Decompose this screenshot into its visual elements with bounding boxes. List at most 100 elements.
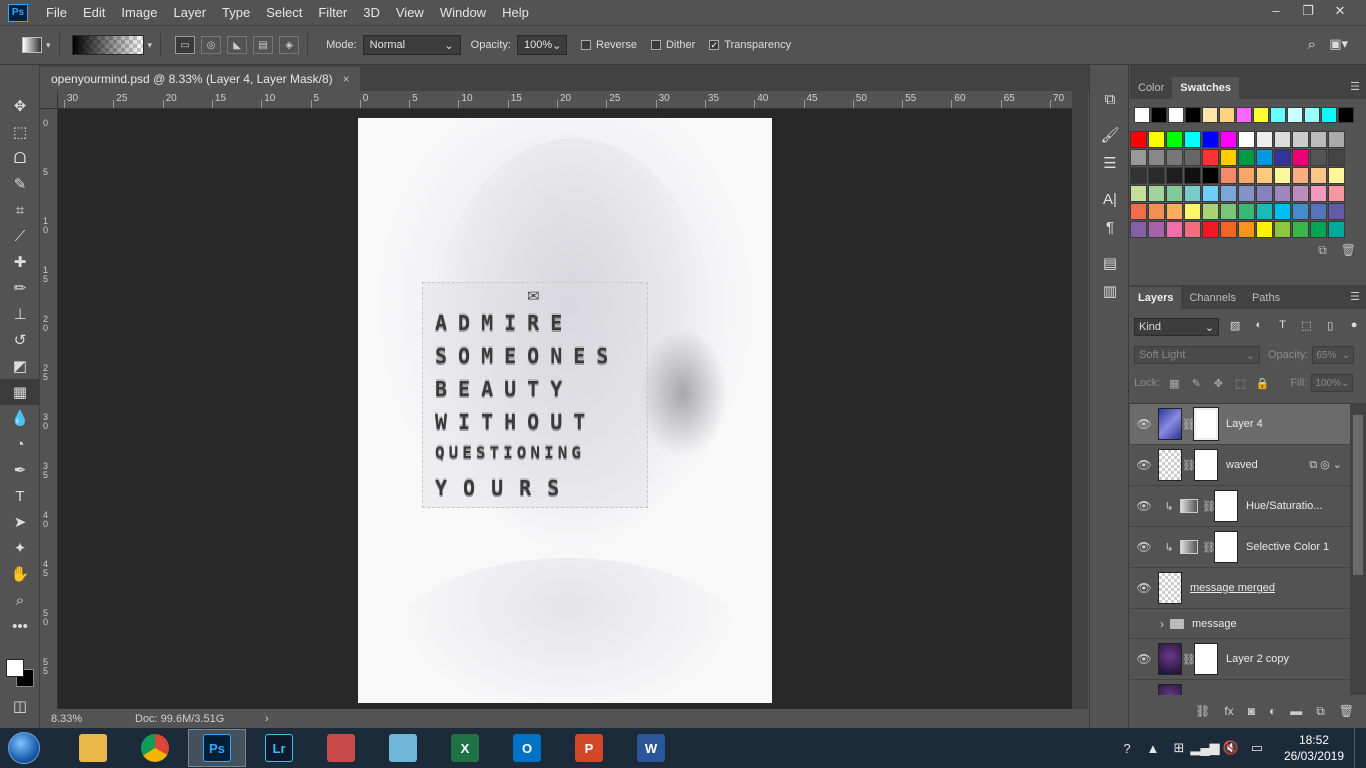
menu-3d[interactable]: 3D — [355, 0, 388, 25]
swatch[interactable] — [1151, 107, 1167, 123]
character-panel-icon[interactable]: A| — [1090, 185, 1130, 213]
layer-row[interactable]: 👁 Layer 2 — [1130, 680, 1350, 695]
swatch[interactable] — [1310, 167, 1327, 184]
menu-select[interactable]: Select — [258, 0, 310, 25]
swatch[interactable] — [1130, 167, 1147, 184]
swatch[interactable] — [1238, 167, 1255, 184]
swatch[interactable] — [1256, 185, 1273, 202]
windows-flag-icon[interactable]: ⊞ — [1168, 737, 1190, 759]
eyedropper-tool-icon[interactable]: ⟋ — [0, 223, 40, 249]
move-tool-icon[interactable]: ✥ — [0, 93, 40, 119]
swatch[interactable] — [1338, 107, 1354, 123]
gradient-editor-swatch[interactable] — [71, 35, 144, 55]
swatch[interactable] — [1202, 107, 1218, 123]
lock-all-icon[interactable]: 🔒 — [1254, 377, 1270, 390]
swatch[interactable] — [1328, 149, 1345, 166]
swatch[interactable] — [1184, 185, 1201, 202]
smart-object-filter-icon[interactable]: ▯ — [1322, 319, 1338, 335]
eraser-tool-icon[interactable]: ◩ — [0, 353, 40, 379]
layer-row[interactable]: 👁 ↳ ⛓ Hue/Saturatio... — [1130, 486, 1350, 527]
swatch[interactable] — [1166, 131, 1183, 148]
crop-tool-icon[interactable]: ⌗ — [0, 197, 40, 223]
canvas-area[interactable]: ✉ ADMIRE SOMEONES BEAUTY WITHOUT QUESTIO… — [58, 109, 1072, 709]
diamond-gradient-icon[interactable]: ◈ — [279, 36, 300, 54]
swatch[interactable] — [1184, 149, 1201, 166]
taskbar-app-snipping[interactable] — [312, 729, 370, 767]
horizontal-ruler[interactable]: 30 25 20 15 10 5 0 5 10 15 20 25 30 35 40 45 50 55 60 65 70 — [58, 91, 1072, 109]
link-icon[interactable]: ⛓ — [1195, 704, 1210, 718]
more-tools-icon[interactable]: ••• — [0, 613, 40, 639]
swatch[interactable] — [1220, 131, 1237, 148]
layer-row[interactable]: 👁 ⛓ Layer 4 — [1130, 404, 1350, 445]
swatch[interactable] — [1134, 107, 1150, 123]
visibility-eye-icon[interactable]: 👁 — [1130, 499, 1158, 513]
brush-tool-icon[interactable]: ✏ — [0, 275, 40, 301]
tool-preset-picker[interactable] — [22, 37, 42, 53]
menu-window[interactable]: Window — [432, 0, 494, 25]
clock[interactable]: 18:52 26/03/2019 — [1284, 732, 1344, 764]
swatch[interactable] — [1310, 149, 1327, 166]
layer-name[interactable]: Hue/Saturatio... — [1246, 500, 1322, 512]
folder-icon[interactable]: ▬ — [1290, 704, 1302, 718]
fill-input[interactable]: 100% ⌄ — [1311, 374, 1354, 392]
swatch[interactable] — [1202, 203, 1219, 220]
layer-filter-select[interactable]: Kind ⌄ — [1134, 318, 1220, 336]
taskbar-app-excel[interactable]: X — [436, 729, 494, 767]
visibility-eye-icon[interactable]: 👁 — [1130, 540, 1158, 554]
visibility-eye-icon[interactable]: 👁 — [1130, 581, 1158, 595]
help-icon[interactable]: ? — [1116, 737, 1138, 759]
document-canvas[interactable]: ✉ ADMIRE SOMEONES BEAUTY WITHOUT QUESTIO… — [358, 118, 772, 703]
swatch[interactable] — [1292, 167, 1309, 184]
visibility-eye-icon[interactable]: 👁 — [1130, 417, 1158, 431]
swatch[interactable] — [1166, 149, 1183, 166]
layer-mask-thumbnail[interactable] — [1214, 490, 1238, 522]
swatch[interactable] — [1220, 203, 1237, 220]
link-icon[interactable]: ⛓ — [1182, 459, 1196, 472]
tab-channels[interactable]: Channels — [1181, 287, 1243, 309]
minimize-button[interactable]: – — [1260, 0, 1292, 22]
menu-image[interactable]: Image — [113, 0, 165, 25]
history-brush-tool-icon[interactable]: ↺ — [0, 327, 40, 353]
adjustment-icon[interactable]: ◐ — [1269, 704, 1276, 718]
swatch[interactable] — [1130, 149, 1147, 166]
layer-name[interactable]: waved — [1226, 459, 1258, 471]
swatch[interactable] — [1168, 107, 1184, 123]
layer-thumbnail[interactable] — [1158, 684, 1182, 695]
close-button[interactable]: ✕ — [1324, 0, 1356, 22]
swatch[interactable] — [1274, 167, 1291, 184]
type-tool-icon[interactable]: T — [0, 483, 40, 509]
swatch[interactable] — [1292, 221, 1309, 238]
layer-row[interactable]: 👁 ↳ ⛓ Selective Color 1 — [1130, 527, 1350, 568]
new-swatch-icon[interactable]: ⧉ — [1318, 243, 1327, 258]
swatch[interactable] — [1148, 221, 1165, 238]
shape-filter-icon[interactable]: ⬚ — [1299, 319, 1315, 335]
swatch[interactable] — [1310, 221, 1327, 238]
swatch[interactable] — [1274, 221, 1291, 238]
adjustment-filter-icon[interactable]: ◐ — [1251, 319, 1267, 335]
link-icon[interactable]: ⛓ — [1202, 500, 1216, 513]
swatch[interactable] — [1220, 149, 1237, 166]
healing-brush-tool-icon[interactable]: ✚ — [0, 249, 40, 275]
swatch[interactable] — [1184, 221, 1201, 238]
swatch[interactable] — [1148, 149, 1165, 166]
layer-mask-thumbnail[interactable] — [1193, 407, 1219, 441]
quick-select-tool-icon[interactable]: ✎ — [0, 171, 40, 197]
reverse-checkbox[interactable] — [581, 40, 591, 50]
layer-mask-thumbnail[interactable] — [1194, 449, 1218, 481]
swatch[interactable] — [1256, 149, 1273, 166]
swatch[interactable] — [1292, 185, 1309, 202]
reflected-gradient-icon[interactable]: ▤ — [253, 36, 274, 54]
swatch[interactable] — [1310, 203, 1327, 220]
battery-icon[interactable]: ▭ — [1246, 737, 1268, 759]
swatch[interactable] — [1202, 149, 1219, 166]
tray-expand-icon[interactable]: ▲ — [1142, 737, 1164, 759]
layer-row[interactable]: 👁 ⛓ waved ⧉ ◎ ⌄ — [1130, 445, 1350, 486]
swatch[interactable] — [1220, 221, 1237, 238]
trash-icon[interactable]: 🗑 — [1341, 243, 1356, 257]
swatch[interactable] — [1292, 149, 1309, 166]
quick-mask-icon[interactable]: ◫ — [0, 693, 40, 719]
taskbar-app-word[interactable]: W — [622, 729, 680, 767]
opacity-input[interactable]: 100% ⌄ — [517, 35, 567, 55]
swatch[interactable] — [1202, 167, 1219, 184]
swatch[interactable] — [1184, 131, 1201, 148]
